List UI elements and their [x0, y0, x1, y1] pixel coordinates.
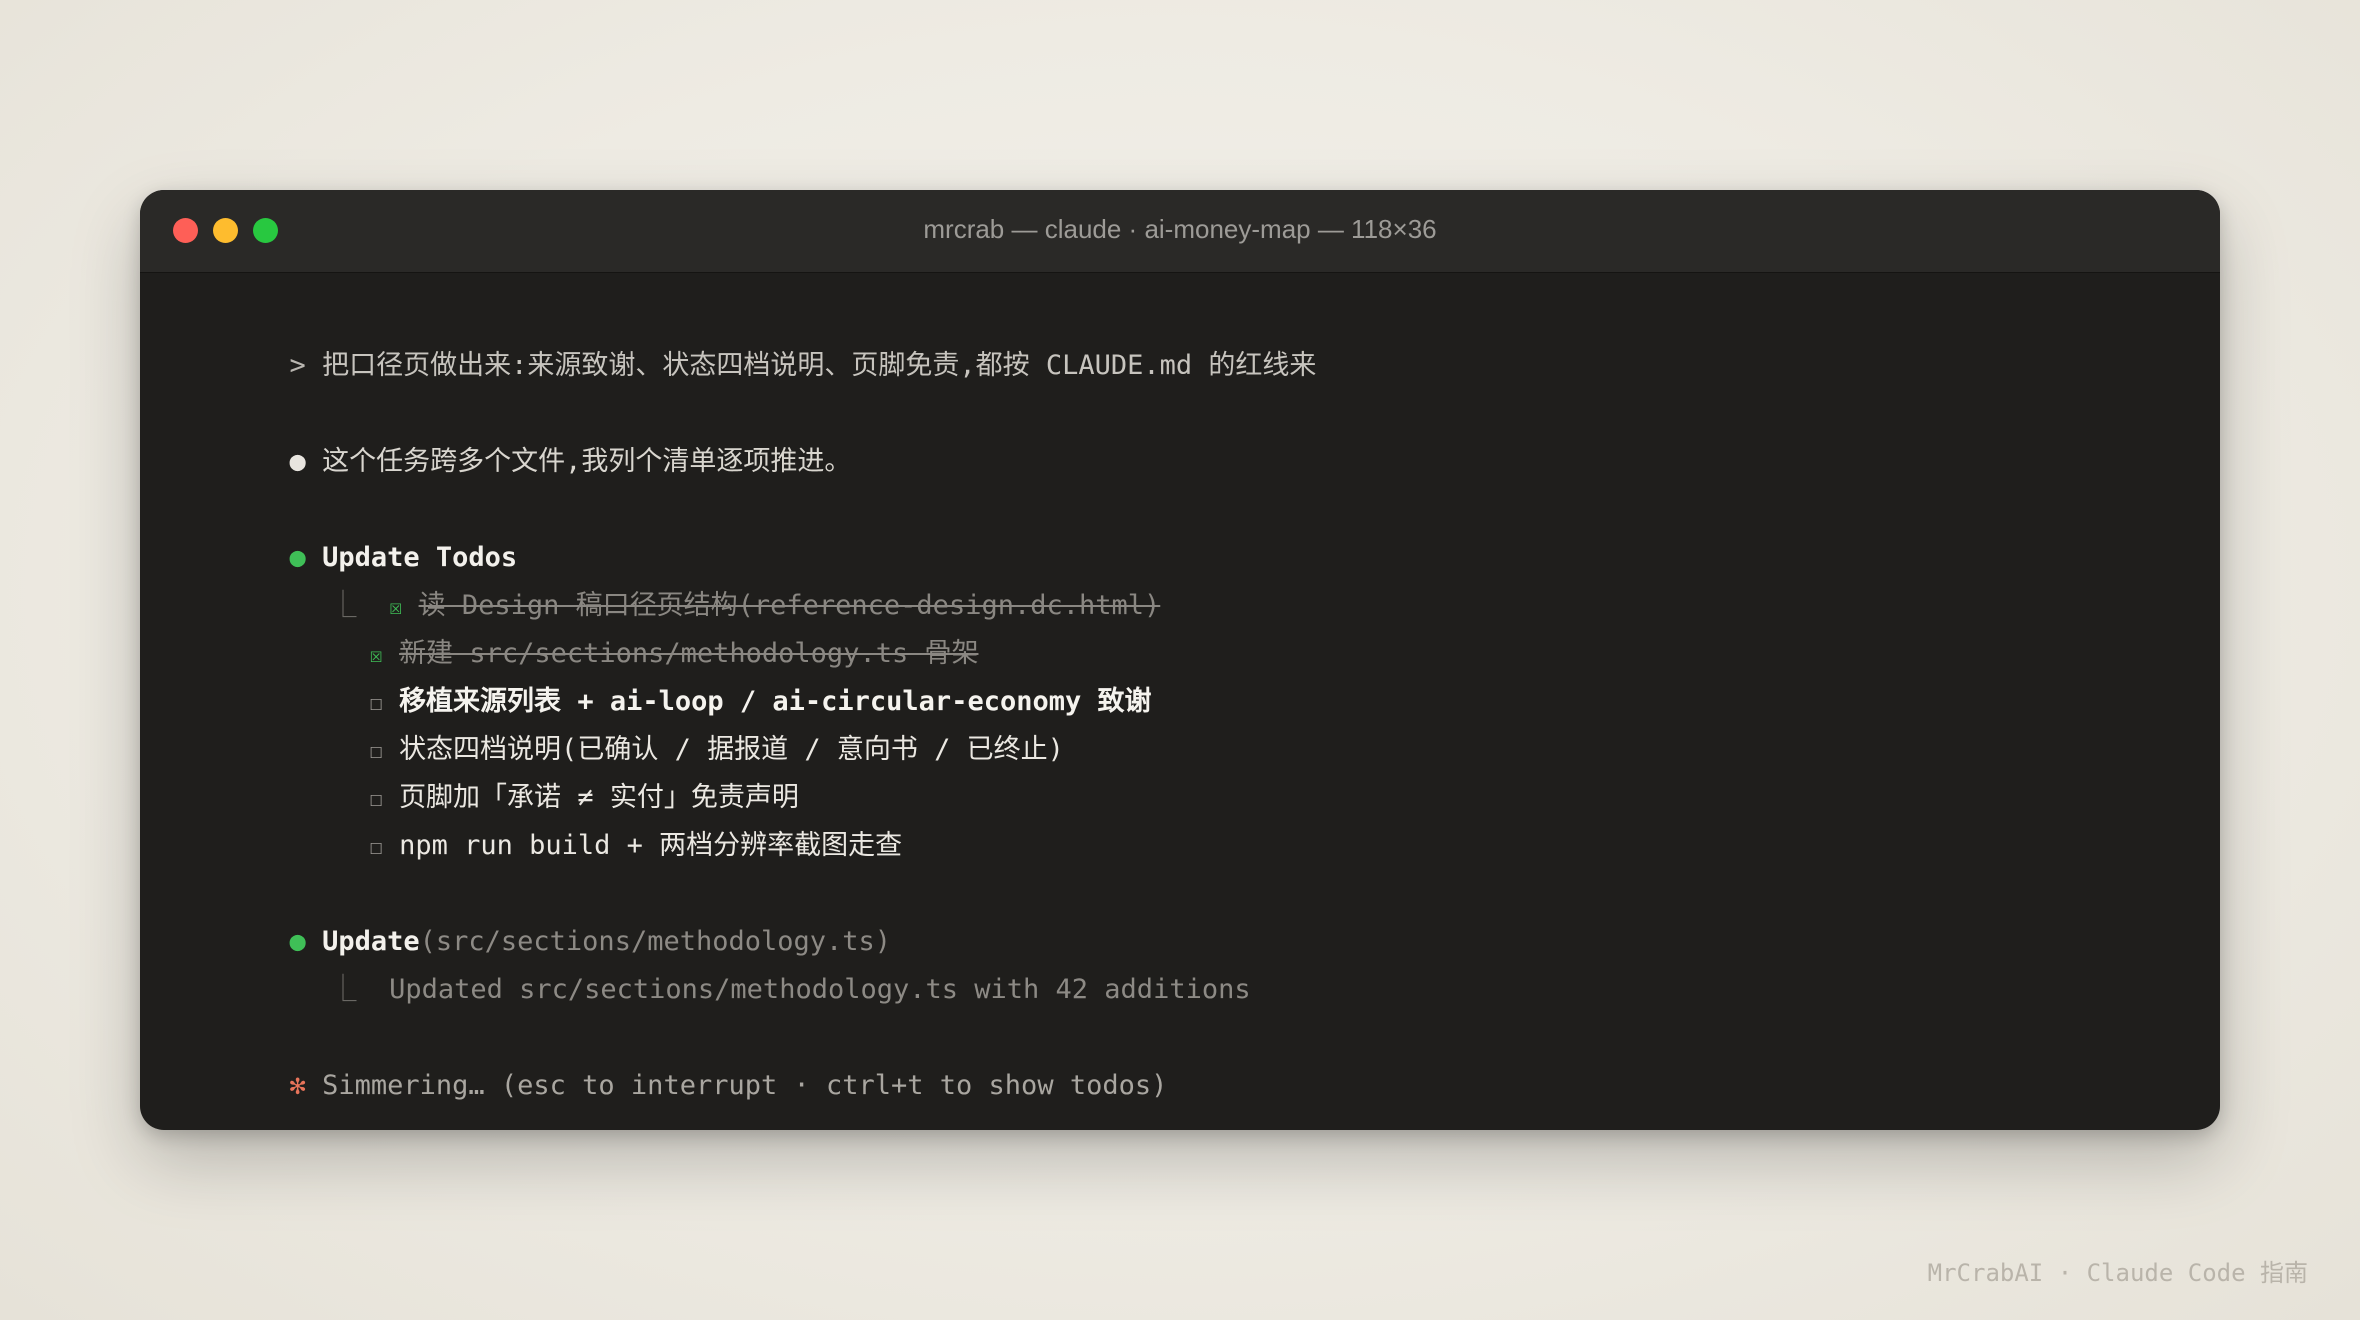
spinner-asterisk-icon: ✻ [289, 1070, 306, 1101]
user-prompt-line: > 把口径页做出来:来源致谢、状态四档说明、页脚免责,都按 CLAUDE.md … [192, 306, 1317, 381]
user-prompt-text: 把口径页做出来:来源致谢、状态四档说明、页脚免责,都按 CLAUDE.md 的红… [322, 350, 1317, 381]
status-text: Simmering… (esc to interrupt · ctrl+t to… [322, 1070, 1168, 1101]
prompt-chevron-icon: > [289, 350, 306, 381]
todo-item: ☒ 新建 src/sections/methodology.ts 骨架 [272, 594, 979, 669]
watermark: MrCrabAI · Claude Code 指南 [1927, 1259, 2308, 1287]
update-result-line: ⎿ Updated src/sections/methodology.ts wi… [232, 930, 1251, 1005]
terminal-output[interactable]: > 把口径页做出来:来源致谢、状态四档说明、页脚免责,都按 CLAUDE.md … [192, 272, 2168, 1130]
todo-item: ⎿ ☒ 读 Design 稿口径页结构(reference-design.dc.… [232, 546, 1161, 621]
update-tool-line: ● Update(src/sections/methodology.ts) [192, 882, 891, 957]
assistant-reply-line: ● 这个任务跨多个文件,我列个清单逐项推进。 [192, 402, 852, 477]
todo-item: ☐ 移植来源列表 + ai-loop / ai-circular-economy… [272, 642, 1152, 717]
assistant-reply-text: 这个任务跨多个文件,我列个清单逐项推进。 [322, 446, 852, 477]
reply-bullet-icon: ● [289, 446, 306, 477]
tree-branch-icon: ⎿ [329, 974, 357, 1005]
todo-label: npm run build + 两档分辨率截图走查 [399, 830, 903, 861]
todos-heading-line: ● Update Todos [192, 498, 518, 573]
window-title: mrcrab — claude · ai-money-map — 118×36 [923, 214, 1437, 244]
unchecked-box-icon: ☐ [369, 835, 383, 860]
todo-item: ☐ 状态四档说明(已确认 / 据报道 / 意向书 / 已终止) [272, 690, 1064, 765]
status-line: ✻ Simmering… (esc to interrupt · ctrl+t … [192, 1026, 1168, 1101]
update-result-text: Updated src/sections/methodology.ts with… [389, 974, 1251, 1005]
terminal-window: mrcrab — claude · ai-money-map — 118×36 … [140, 190, 2220, 1130]
todo-item: ☐ 页脚加「承诺 ≠ 实付」免责声明 [272, 738, 799, 813]
title-bar: mrcrab — claude · ai-money-map — 118×36 [140, 190, 2220, 273]
todo-item: ☐ npm run build + 两档分辨率截图走查 [272, 786, 903, 861]
